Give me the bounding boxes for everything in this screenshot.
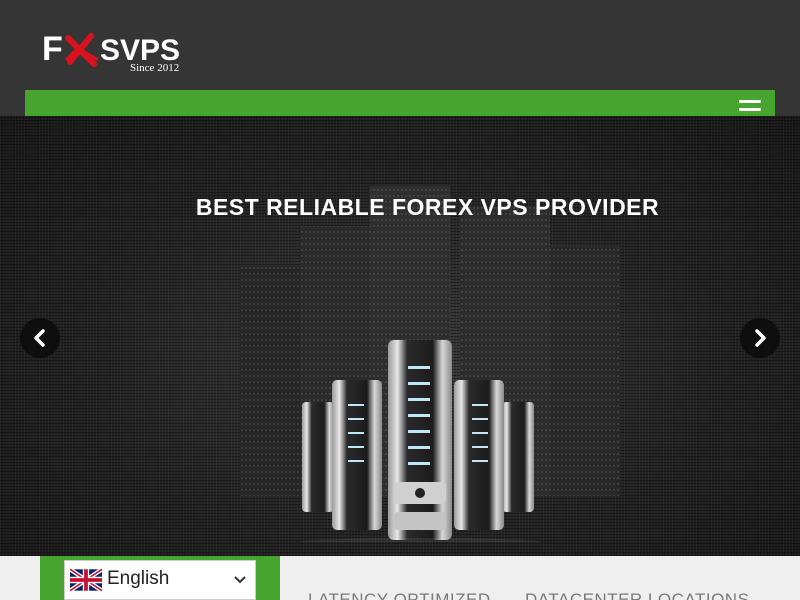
feature-link-datacenter[interactable]: DATACENTER LOCATIONS: [525, 590, 749, 600]
uk-flag-icon: [70, 568, 102, 592]
chevron-down-icon: [234, 576, 246, 584]
hero-title: BEST RELIABLE FOREX VPS PROVIDER: [195, 194, 660, 220]
hero-slider: BEST RELIABLE FOREX VPS PROVIDER: [0, 116, 800, 556]
slider-next-button[interactable]: [740, 318, 780, 358]
logo-tagline: Since 2012: [130, 62, 180, 74]
language-selector[interactable]: English: [64, 560, 256, 600]
site-logo[interactable]: F SVPS Since 2012: [42, 20, 192, 76]
features-bar: English LATENCY OPTIMIZED DATACENTER LOC…: [0, 556, 800, 600]
language-label: English: [107, 568, 170, 589]
feature-link-latency[interactable]: LATENCY OPTIMIZED: [308, 590, 491, 600]
svg-text:F: F: [42, 30, 63, 68]
chevron-right-icon: [755, 329, 766, 347]
slider-prev-button[interactable]: [20, 318, 60, 358]
site-header: F SVPS Since 2012: [0, 0, 800, 130]
chevron-left-icon: [34, 329, 45, 347]
server-stack-image: [300, 340, 540, 542]
